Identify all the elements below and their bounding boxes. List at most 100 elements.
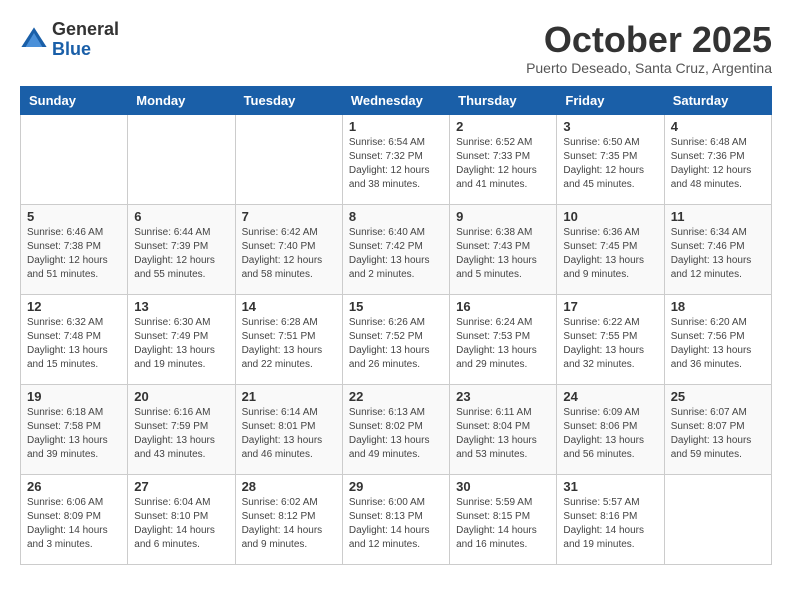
calendar-day-cell: 16Sunrise: 6:24 AM Sunset: 7:53 PM Dayli… bbox=[450, 294, 557, 384]
calendar-day-cell: 1 Sunrise: 6:54 AM Sunset: 7:32 PM Daylig… bbox=[342, 114, 449, 204]
calendar-day-cell: 22 Sunrise: 6:13 AM Sunset: 8:02 PM Dayli… bbox=[342, 384, 449, 474]
logo-blue: Blue bbox=[52, 39, 91, 59]
day-info: Sunrise: 6:06 AM Sunset: 8:09 PM Dayligh… bbox=[27, 496, 121, 552]
day-info: Sunrise: 6:20 AM Sunset: 7:56 PM Dayligh… bbox=[671, 316, 765, 372]
day-info: Sunrise: 6:40 AM Sunset: 7:42 PM Dayligh… bbox=[349, 226, 443, 282]
day-number: 20 bbox=[134, 389, 228, 404]
month-title: October 2025 bbox=[526, 20, 772, 60]
day-info: Sunrise: 6:48 AM Sunset: 7:36 PM Dayligh… bbox=[671, 136, 765, 192]
day-number: 8 bbox=[349, 209, 443, 224]
day-number: 21 bbox=[242, 389, 336, 404]
title-block: October 2025 Puerto Deseado, Santa Cruz,… bbox=[526, 20, 772, 76]
day-info: Sunrise: 6:54 AM Sunset: 7:32 PM Dayligh… bbox=[349, 136, 443, 192]
calendar-day-cell: 5 Sunrise: 6:46 AM Sunset: 7:38 PM Daylig… bbox=[21, 204, 128, 294]
day-number: 22 bbox=[349, 389, 443, 404]
day-number: 28 bbox=[242, 479, 336, 494]
day-number: 23 bbox=[456, 389, 550, 404]
calendar-week-row: 19Sunrise: 6:18 AM Sunset: 7:58 PM Dayli… bbox=[21, 384, 772, 474]
day-info: Sunrise: 6:34 AM Sunset: 7:46 PM Dayligh… bbox=[671, 226, 765, 282]
day-of-week-header: Tuesday bbox=[235, 86, 342, 114]
day-number: 12 bbox=[27, 299, 121, 314]
calendar-day-cell: 7Sunrise: 6:42 AM Sunset: 7:40 PM Daylig… bbox=[235, 204, 342, 294]
day-number: 2 bbox=[456, 119, 550, 134]
day-number: 6 bbox=[134, 209, 228, 224]
calendar-day-cell: 23 Sunrise: 6:11 AM Sunset: 8:04 PM Dayli… bbox=[450, 384, 557, 474]
calendar-day-cell: 18Sunrise: 6:20 AM Sunset: 7:56 PM Dayli… bbox=[664, 294, 771, 384]
day-number: 1 bbox=[349, 119, 443, 134]
day-info: Sunrise: 6:46 AM Sunset: 7:38 PM Dayligh… bbox=[27, 226, 121, 282]
calendar-day-cell: 20 Sunrise: 6:16 AM Sunset: 7:59 PM Dayli… bbox=[128, 384, 235, 474]
calendar-week-row: 12 Sunrise: 6:32 AM Sunset: 7:48 PM Dayli… bbox=[21, 294, 772, 384]
day-info: Sunrise: 5:59 AM Sunset: 8:15 PM Dayligh… bbox=[456, 496, 550, 552]
day-number: 24 bbox=[563, 389, 657, 404]
calendar-day-cell: 24Sunrise: 6:09 AM Sunset: 8:06 PM Dayli… bbox=[557, 384, 664, 474]
day-number: 30 bbox=[456, 479, 550, 494]
day-info: Sunrise: 6:14 AM Sunset: 8:01 PM Dayligh… bbox=[242, 406, 336, 462]
calendar-day-cell: 30 Sunrise: 5:59 AM Sunset: 8:15 PM Dayli… bbox=[450, 474, 557, 564]
calendar-day-cell: 25Sunrise: 6:07 AM Sunset: 8:07 PM Dayli… bbox=[664, 384, 771, 474]
day-info: Sunrise: 6:16 AM Sunset: 7:59 PM Dayligh… bbox=[134, 406, 228, 462]
calendar-week-row: 26 Sunrise: 6:06 AM Sunset: 8:09 PM Dayli… bbox=[21, 474, 772, 564]
calendar-day-cell bbox=[664, 474, 771, 564]
calendar-day-cell: 29 Sunrise: 6:00 AM Sunset: 8:13 PM Dayli… bbox=[342, 474, 449, 564]
day-info: Sunrise: 6:30 AM Sunset: 7:49 PM Dayligh… bbox=[134, 316, 228, 372]
day-info: Sunrise: 6:11 AM Sunset: 8:04 PM Dayligh… bbox=[456, 406, 550, 462]
calendar-table: SundayMondayTuesdayWednesdayThursdayFrid… bbox=[20, 86, 772, 565]
page-header: General Blue October 2025 Puerto Deseado… bbox=[20, 20, 772, 76]
calendar-day-cell: 6 Sunrise: 6:44 AM Sunset: 7:39 PM Daylig… bbox=[128, 204, 235, 294]
day-number: 11 bbox=[671, 209, 765, 224]
logo-icon bbox=[20, 26, 48, 54]
day-info: Sunrise: 6:00 AM Sunset: 8:13 PM Dayligh… bbox=[349, 496, 443, 552]
calendar-week-row: 5 Sunrise: 6:46 AM Sunset: 7:38 PM Daylig… bbox=[21, 204, 772, 294]
day-number: 29 bbox=[349, 479, 443, 494]
day-number: 4 bbox=[671, 119, 765, 134]
calendar-day-cell: 4 Sunrise: 6:48 AM Sunset: 7:36 PM Daylig… bbox=[664, 114, 771, 204]
calendar-day-cell bbox=[21, 114, 128, 204]
calendar-day-cell: 3Sunrise: 6:50 AM Sunset: 7:35 PM Daylig… bbox=[557, 114, 664, 204]
day-info: Sunrise: 6:44 AM Sunset: 7:39 PM Dayligh… bbox=[134, 226, 228, 282]
calendar-day-cell: 27Sunrise: 6:04 AM Sunset: 8:10 PM Dayli… bbox=[128, 474, 235, 564]
day-info: Sunrise: 6:32 AM Sunset: 7:48 PM Dayligh… bbox=[27, 316, 121, 372]
day-number: 16 bbox=[456, 299, 550, 314]
calendar-day-cell bbox=[128, 114, 235, 204]
day-number: 10 bbox=[563, 209, 657, 224]
calendar-day-cell: 13Sunrise: 6:30 AM Sunset: 7:49 PM Dayli… bbox=[128, 294, 235, 384]
day-info: Sunrise: 6:02 AM Sunset: 8:12 PM Dayligh… bbox=[242, 496, 336, 552]
day-of-week-header: Friday bbox=[557, 86, 664, 114]
day-number: 19 bbox=[27, 389, 121, 404]
day-number: 31 bbox=[563, 479, 657, 494]
day-number: 3 bbox=[563, 119, 657, 134]
day-of-week-header: Sunday bbox=[21, 86, 128, 114]
calendar-day-cell: 31Sunrise: 5:57 AM Sunset: 8:16 PM Dayli… bbox=[557, 474, 664, 564]
day-number: 17 bbox=[563, 299, 657, 314]
calendar-header-row: SundayMondayTuesdayWednesdayThursdayFrid… bbox=[21, 86, 772, 114]
calendar-day-cell: 19Sunrise: 6:18 AM Sunset: 7:58 PM Dayli… bbox=[21, 384, 128, 474]
calendar-day-cell: 28 Sunrise: 6:02 AM Sunset: 8:12 PM Dayli… bbox=[235, 474, 342, 564]
day-info: Sunrise: 6:42 AM Sunset: 7:40 PM Dayligh… bbox=[242, 226, 336, 282]
calendar-day-cell: 17 Sunrise: 6:22 AM Sunset: 7:55 PM Dayli… bbox=[557, 294, 664, 384]
day-number: 26 bbox=[27, 479, 121, 494]
day-info: Sunrise: 6:36 AM Sunset: 7:45 PM Dayligh… bbox=[563, 226, 657, 282]
day-of-week-header: Wednesday bbox=[342, 86, 449, 114]
calendar-day-cell: 26 Sunrise: 6:06 AM Sunset: 8:09 PM Dayli… bbox=[21, 474, 128, 564]
day-number: 14 bbox=[242, 299, 336, 314]
calendar-day-cell: 9 Sunrise: 6:38 AM Sunset: 7:43 PM Daylig… bbox=[450, 204, 557, 294]
day-number: 27 bbox=[134, 479, 228, 494]
logo: General Blue bbox=[20, 20, 119, 60]
day-number: 5 bbox=[27, 209, 121, 224]
calendar-day-cell: 11 Sunrise: 6:34 AM Sunset: 7:46 PM Dayli… bbox=[664, 204, 771, 294]
calendar-day-cell: 15Sunrise: 6:26 AM Sunset: 7:52 PM Dayli… bbox=[342, 294, 449, 384]
logo-general: General bbox=[52, 19, 119, 39]
day-of-week-header: Thursday bbox=[450, 86, 557, 114]
day-info: Sunrise: 6:13 AM Sunset: 8:02 PM Dayligh… bbox=[349, 406, 443, 462]
calendar-day-cell: 2 Sunrise: 6:52 AM Sunset: 7:33 PM Daylig… bbox=[450, 114, 557, 204]
calendar-day-cell: 10 Sunrise: 6:36 AM Sunset: 7:45 PM Dayli… bbox=[557, 204, 664, 294]
logo-text: General Blue bbox=[52, 20, 119, 60]
day-info: Sunrise: 6:52 AM Sunset: 7:33 PM Dayligh… bbox=[456, 136, 550, 192]
location-subtitle: Puerto Deseado, Santa Cruz, Argentina bbox=[526, 60, 772, 76]
day-of-week-header: Saturday bbox=[664, 86, 771, 114]
day-info: Sunrise: 6:38 AM Sunset: 7:43 PM Dayligh… bbox=[456, 226, 550, 282]
day-number: 9 bbox=[456, 209, 550, 224]
calendar-day-cell: 21 Sunrise: 6:14 AM Sunset: 8:01 PM Dayli… bbox=[235, 384, 342, 474]
day-info: Sunrise: 6:22 AM Sunset: 7:55 PM Dayligh… bbox=[563, 316, 657, 372]
